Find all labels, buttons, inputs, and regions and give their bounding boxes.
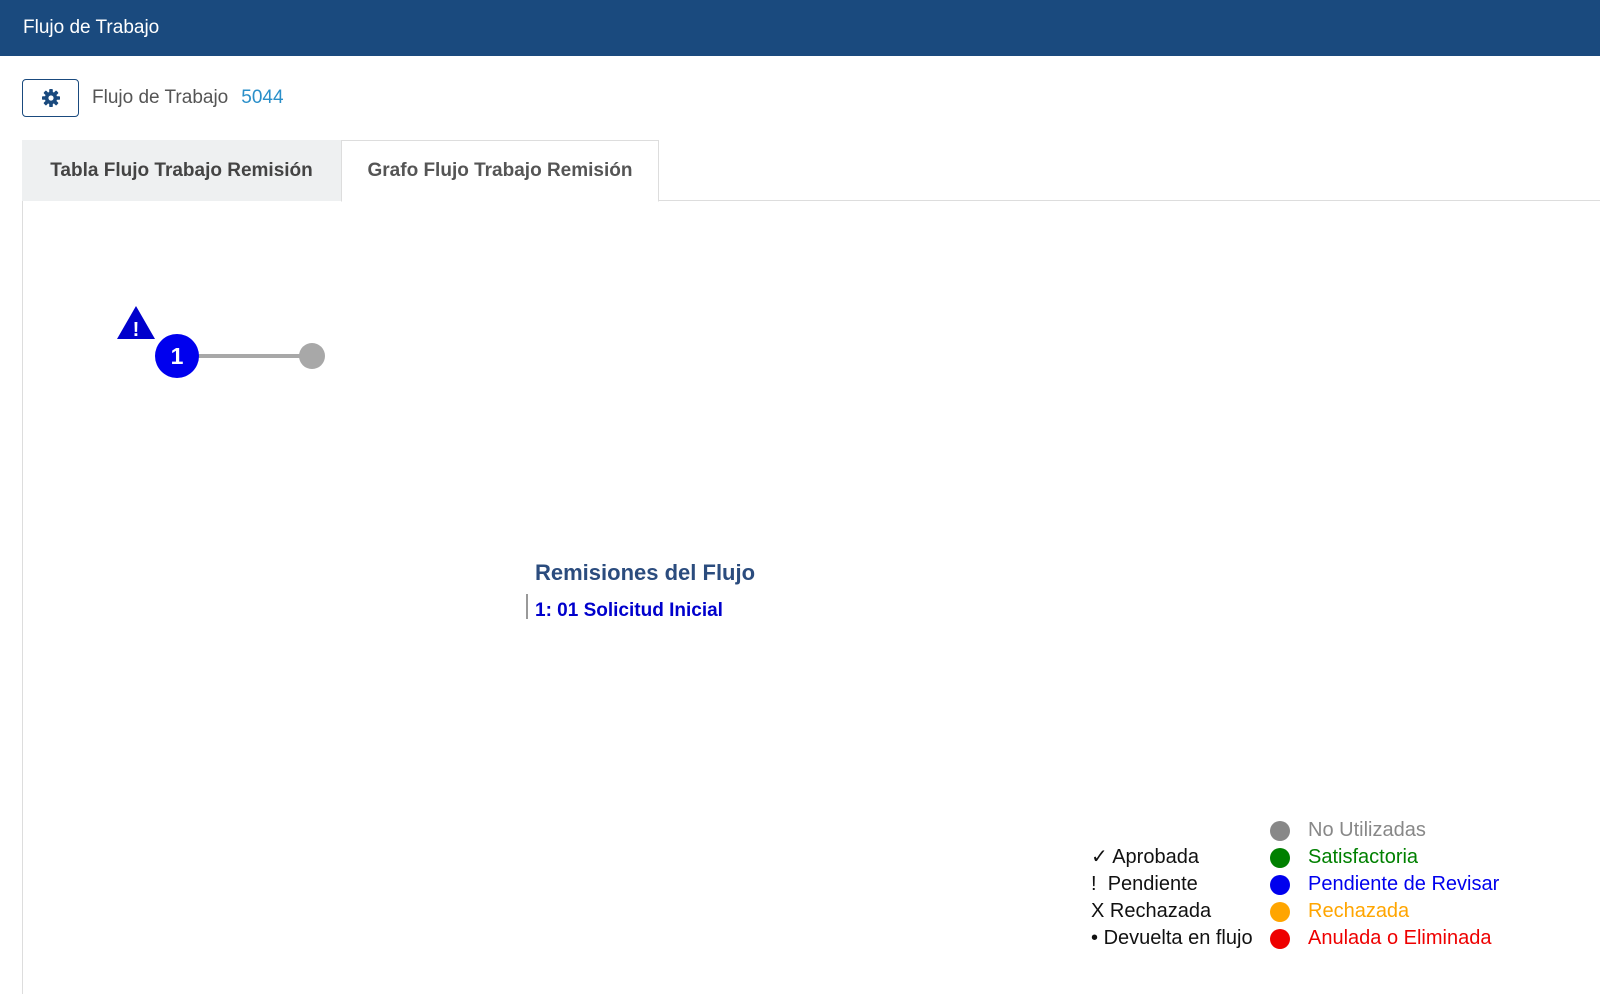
- tab-bar: Tabla Flujo Trabajo Remisión Grafo Flujo…: [22, 140, 1600, 202]
- tab-grafo-flujo[interactable]: Grafo Flujo Trabajo Remisión: [341, 140, 659, 202]
- subheader: Flujo de Trabajo 5044: [22, 79, 284, 117]
- dot-icon: [1270, 847, 1290, 868]
- tab-tabla-flujo[interactable]: Tabla Flujo Trabajo Remisión: [22, 140, 341, 201]
- dot-icon: [1270, 820, 1290, 841]
- settings-button[interactable]: [22, 79, 79, 117]
- workflow-label: Flujo de Trabajo: [92, 87, 229, 108]
- legend-symbol-pendiente: ! Pendiente: [1091, 873, 1198, 895]
- graph-node-1-label: 1: [171, 343, 184, 369]
- legend-color-rechazada: Rechazada: [1270, 898, 1499, 925]
- remision-divider: [526, 594, 528, 619]
- legend-symbol-devuelta: • Devuelta en flujo: [1091, 927, 1253, 949]
- workflow-id: 5044: [241, 87, 284, 108]
- legend-symbols: ✓ Aprobada ! Pendiente X Rechazada • Dev…: [1091, 844, 1253, 952]
- workflow-graph: 1 !: [117, 306, 325, 378]
- legend-color-anulada: Anulada o Eliminada: [1270, 925, 1499, 952]
- window-title: Flujo de Trabajo: [23, 17, 160, 38]
- gear-icon: [41, 89, 60, 107]
- top-bar: Flujo de Trabajo: [0, 0, 1600, 56]
- dot-icon: [1270, 874, 1290, 895]
- dot-icon: [1270, 901, 1290, 922]
- legend-color-pendiente-revisar: Pendiente de Revisar: [1270, 871, 1499, 898]
- legend-colors: No Utilizadas Satisfactoria Pendiente de…: [1270, 817, 1499, 952]
- legend-symbol-aprobada: ✓ Aprobada: [1091, 846, 1199, 868]
- legend-symbol-rechazada: X Rechazada: [1091, 900, 1212, 922]
- remision-item[interactable]: 1: 01 Solicitud Inicial: [535, 600, 723, 622]
- legend-color-satisfactoria: Satisfactoria: [1270, 844, 1499, 871]
- warning-icon: !: [117, 306, 155, 341]
- svg-text:!: !: [133, 319, 140, 341]
- remisiones-title: Remisiones del Flujo: [535, 560, 756, 585]
- dot-icon: [1270, 928, 1290, 949]
- legend-color-no-utilizadas: No Utilizadas: [1270, 817, 1499, 844]
- graph-end-node[interactable]: [299, 343, 325, 369]
